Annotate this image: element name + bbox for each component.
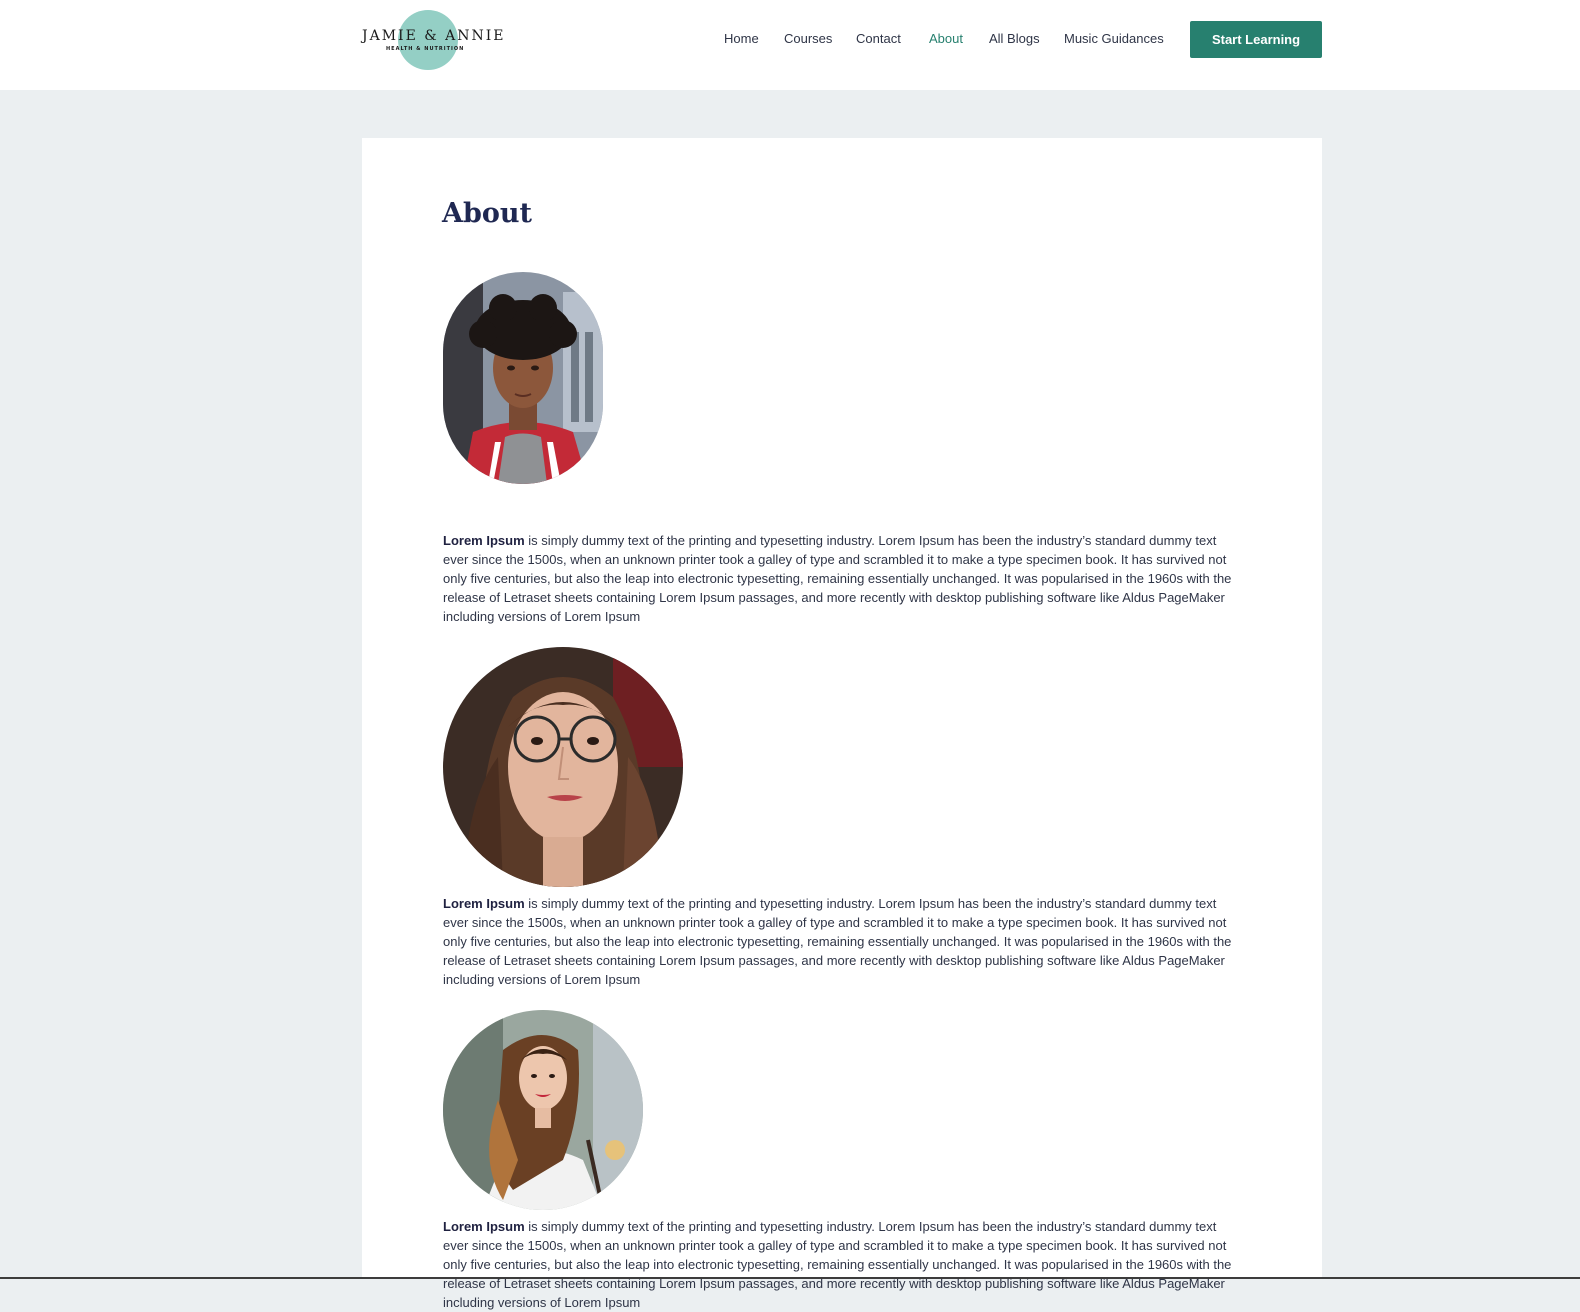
start-learning-button[interactable]: Start Learning [1190, 21, 1322, 58]
site-logo[interactable]: JAMIE & ANNIE HEALTH & NUTRITION [362, 8, 506, 72]
profile-description-3: Lorem Ipsum is simply dummy text of the … [443, 1217, 1238, 1312]
profile-description-2: Lorem Ipsum is simply dummy text of the … [443, 894, 1238, 989]
page-title: About [442, 198, 532, 229]
profile-photo-1 [443, 272, 603, 484]
profile-text-3: is simply dummy text of the printing and… [443, 1219, 1232, 1310]
profile-text-1: is simply dummy text of the printing and… [443, 533, 1232, 624]
nav-about[interactable]: About [929, 31, 963, 46]
profile-photo-2 [443, 647, 683, 887]
site-header: JAMIE & ANNIE HEALTH & NUTRITION Home Co… [0, 0, 1580, 90]
profile-bold-1: Lorem Ipsum [443, 533, 525, 548]
nav-courses[interactable]: Courses [784, 31, 832, 46]
profile-bold-2: Lorem Ipsum [443, 896, 525, 911]
nav-music-guidances[interactable]: Music Guidances [1064, 31, 1164, 46]
nav-home[interactable]: Home [724, 31, 759, 46]
profile-photo-3 [443, 1010, 643, 1210]
logo-text: JAMIE & ANNIE [362, 28, 506, 44]
profile-description-1: Lorem Ipsum is simply dummy text of the … [443, 531, 1238, 626]
logo-subtext: HEALTH & NUTRITION [386, 46, 465, 52]
about-card: About Lorem Ipsum is simply dummy text o… [362, 138, 1322, 1310]
nav-all-blogs[interactable]: All Blogs [989, 31, 1040, 46]
profile-text-2: is simply dummy text of the printing and… [443, 896, 1232, 987]
nav-contact[interactable]: Contact [856, 31, 901, 46]
profile-bold-3: Lorem Ipsum [443, 1219, 525, 1234]
